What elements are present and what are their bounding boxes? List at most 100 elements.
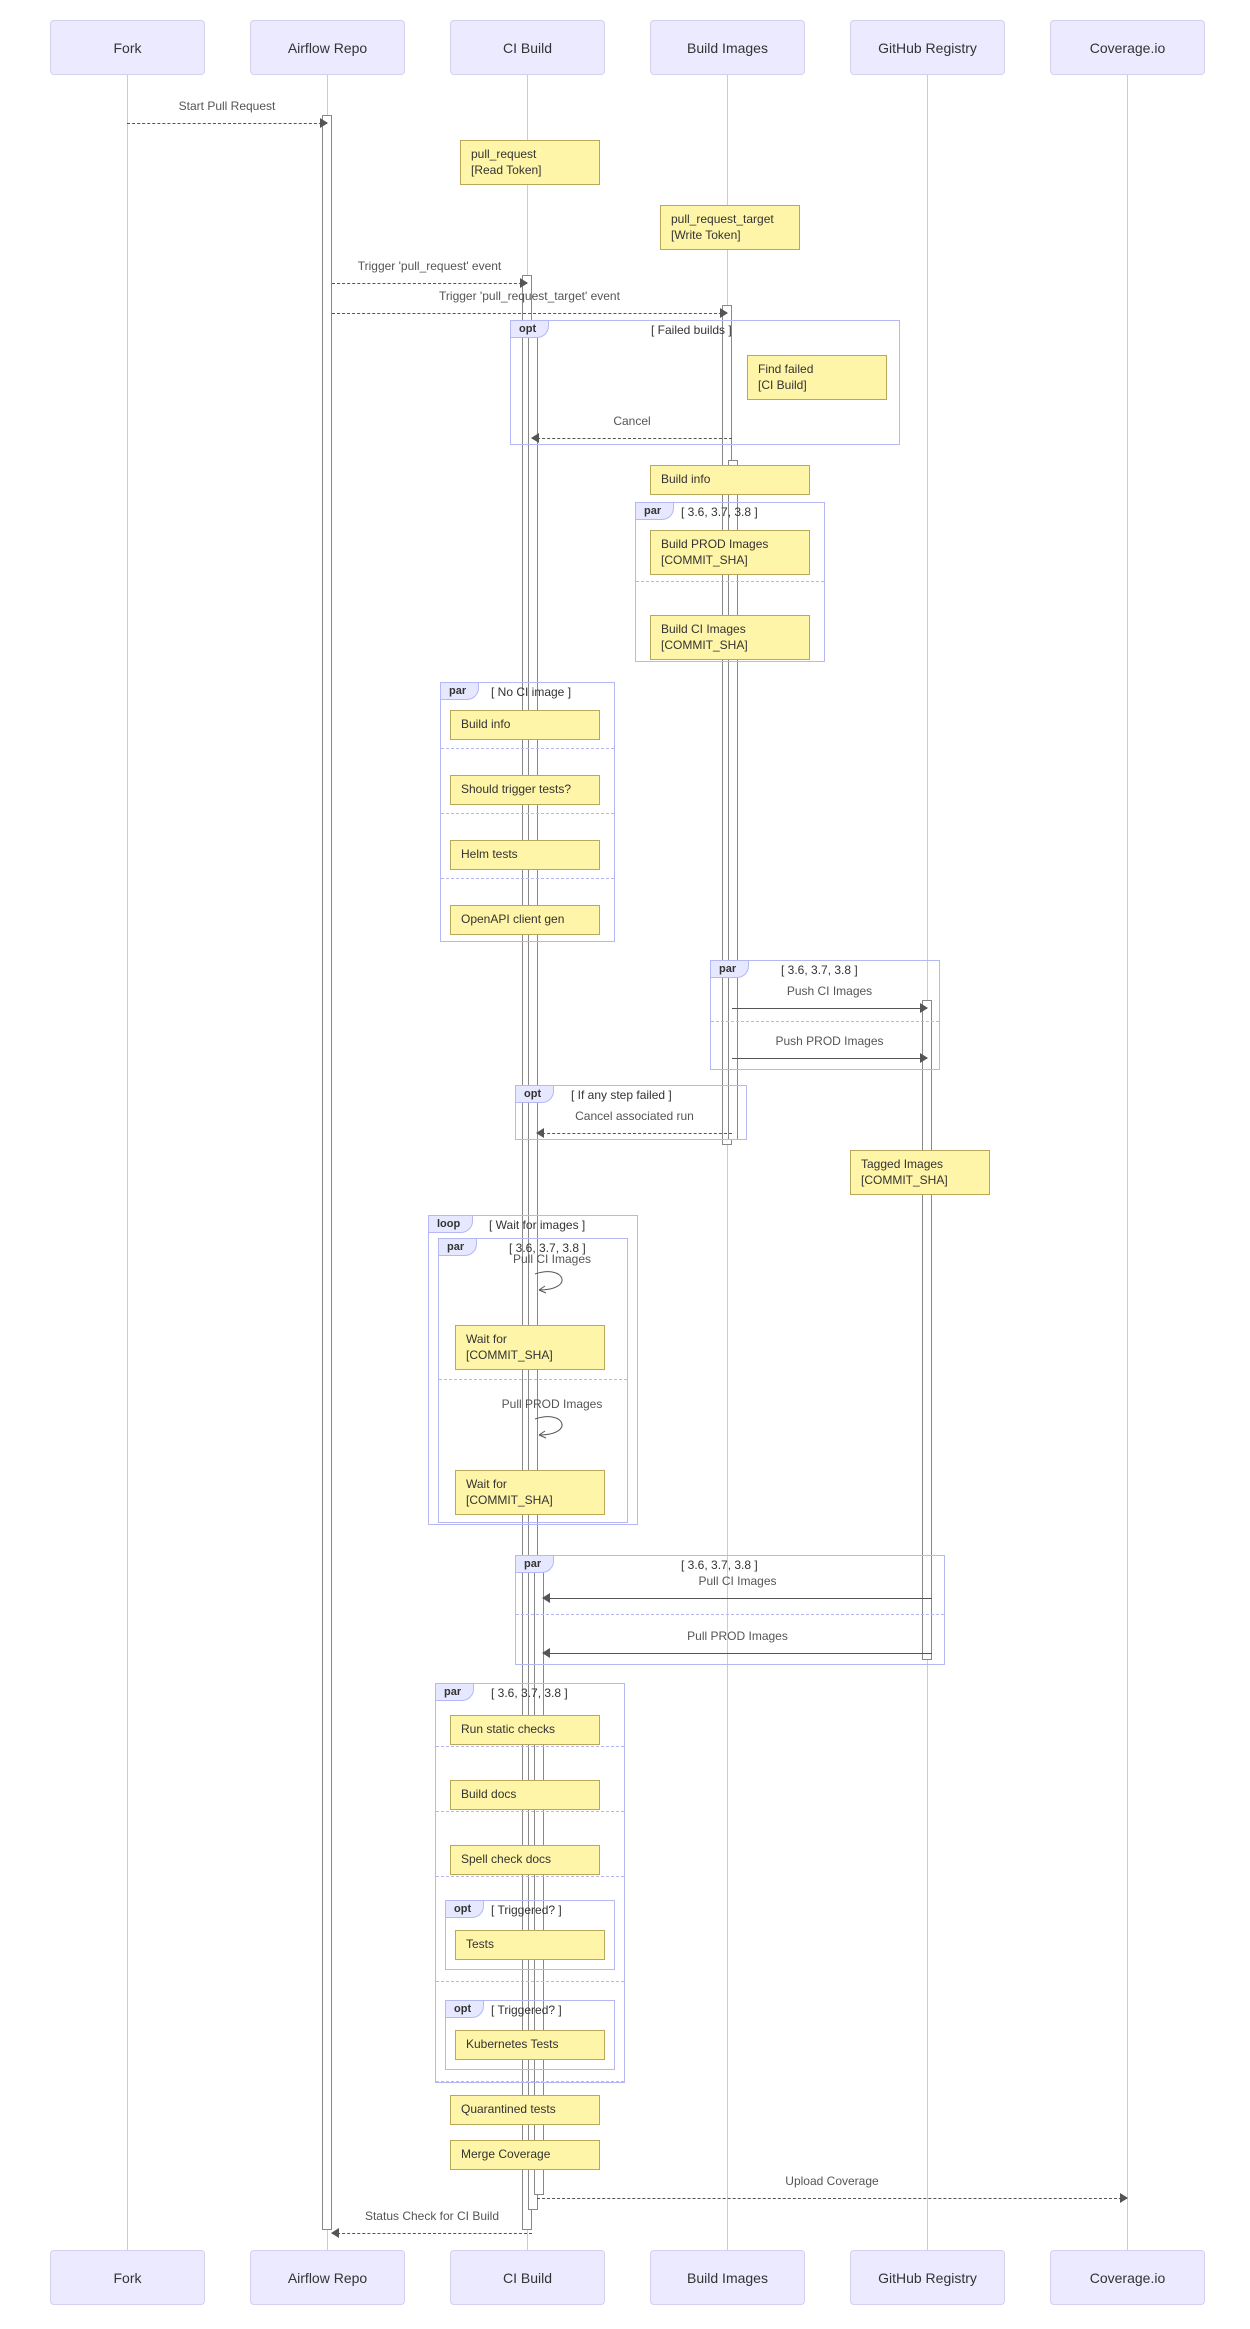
self-message-loop-icon (535, 1270, 575, 1292)
note-16: Tests (455, 1930, 605, 1960)
message-label: Start Pull Request (127, 99, 327, 113)
arrow-head-icon (920, 1003, 928, 1013)
note-line: Build info (661, 472, 799, 488)
message-line (732, 1058, 927, 1059)
message-label: Cancel associated run (537, 1109, 732, 1123)
fragment-guard: [ No CI image ] (491, 685, 571, 699)
note-line: Build PROD Images (661, 537, 799, 553)
fragment-guard: [ 3.6, 3.7, 3.8 ] (681, 505, 758, 519)
self-message-label: Pull PROD Images (472, 1397, 632, 1411)
note-2: Find failed[CI Build] (747, 355, 887, 400)
fragment-guard: [ 3.6, 3.7, 3.8 ] (781, 963, 858, 977)
note-line: Wait for (466, 1477, 594, 1493)
fragment-label: opt (445, 2000, 484, 2018)
fragment-label: par (635, 502, 674, 520)
message-line (537, 1133, 732, 1134)
note-line: [COMMIT_SHA] (466, 1348, 594, 1364)
note-6: Build info (450, 710, 600, 740)
note-line: pull_request (471, 147, 589, 163)
participant-label: CI Build (503, 2270, 552, 2286)
note-14: Build docs (450, 1780, 600, 1810)
participant-cibuild-top: CI Build (450, 20, 605, 75)
participant-fork-top: Fork (50, 20, 205, 75)
self-message-loop-icon (535, 1415, 575, 1437)
fragment-guard: [ Wait for images ] (489, 1218, 585, 1232)
participant-label: Build Images (687, 40, 768, 56)
message-label: Push CI Images (732, 984, 927, 998)
arrow-head-icon (542, 1593, 550, 1603)
note-3: Build info (650, 465, 810, 495)
fragment-divider (441, 813, 614, 814)
arrow-head-icon (520, 278, 528, 288)
participant-coverage-top: Coverage.io (1050, 20, 1205, 75)
note-5: Build CI Images[COMMIT_SHA] (650, 615, 810, 660)
fragment-divider (436, 2081, 624, 2082)
participant-label: GitHub Registry (878, 2270, 977, 2286)
fragment-guard: [ Triggered? ] (491, 1903, 562, 1917)
fragment-guard: [ Triggered? ] (491, 2003, 562, 2017)
note-17: Kubernetes Tests (455, 2030, 605, 2060)
message-line (543, 1653, 932, 1654)
note-15: Spell check docs (450, 1845, 600, 1875)
fragment-divider (441, 878, 614, 879)
fragment-divider (711, 1021, 939, 1022)
fragment-divider (441, 748, 614, 749)
message-4: Push CI Images (732, 1000, 927, 1018)
lifeline-fork (127, 75, 128, 2250)
note-18: Quarantined tests (450, 2095, 600, 2125)
note-line: [CI Build] (758, 378, 876, 394)
message-3: Cancel (532, 430, 732, 448)
participant-label: Fork (114, 40, 142, 56)
self-message-label: Pull CI Images (472, 1252, 632, 1266)
note-line: Kubernetes Tests (466, 2037, 594, 2053)
participant-buildimg-bottom: Build Images (650, 2250, 805, 2305)
message-8: Pull PROD Images (543, 1645, 932, 1663)
message-label: Upload Coverage (537, 2174, 1127, 2188)
note-line: Run static checks (461, 1722, 589, 1738)
message-7: Pull CI Images (543, 1590, 932, 1608)
participant-label: Airflow Repo (288, 2270, 367, 2286)
message-line (332, 313, 727, 314)
message-label: Pull CI Images (543, 1574, 932, 1588)
fragment-label: par (435, 1683, 474, 1701)
note-line: Tests (466, 1937, 594, 1953)
message-line (332, 283, 527, 284)
note-line: [COMMIT_SHA] (661, 638, 799, 654)
arrow-head-icon (531, 433, 539, 443)
participant-registry-top: GitHub Registry (850, 20, 1005, 75)
fragment-guard: [ If any step failed ] (571, 1088, 672, 1102)
note-line: [Read Token] (471, 163, 589, 179)
message-line (532, 438, 732, 439)
message-line (537, 2198, 1127, 2199)
fragment-divider (436, 1811, 624, 1812)
message-label: Trigger 'pull_request' event (332, 259, 527, 273)
message-line (127, 123, 327, 124)
arrow-head-icon (920, 1053, 928, 1063)
message-label: Cancel (532, 414, 732, 428)
note-line: [COMMIT_SHA] (466, 1493, 594, 1509)
message-6: Cancel associated run (537, 1125, 732, 1143)
fragment-divider (436, 1876, 624, 1877)
note-line: [Write Token] (671, 228, 789, 244)
message-line (332, 2233, 532, 2234)
note-11: Wait for[COMMIT_SHA] (455, 1325, 605, 1370)
fragment-label: opt (515, 1085, 554, 1103)
participant-label: Airflow Repo (288, 40, 367, 56)
arrow-head-icon (542, 1648, 550, 1658)
fragment-label: par (440, 682, 479, 700)
fragment-guard: [ 3.6, 3.7, 3.8 ] (681, 1558, 758, 1572)
note-19: Merge Coverage (450, 2140, 600, 2170)
note-line: Quarantined tests (461, 2102, 589, 2118)
participant-fork-bottom: Fork (50, 2250, 205, 2305)
arrow-head-icon (536, 1128, 544, 1138)
fragment-divider (516, 1614, 944, 1615)
message-2: Trigger 'pull_request_target' event (332, 305, 727, 323)
message-5: Push PROD Images (732, 1050, 927, 1068)
fragment-label: par (710, 960, 749, 978)
arrow-head-icon (720, 308, 728, 318)
fragment-divider (436, 1746, 624, 1747)
fragment-divider (439, 1379, 627, 1380)
arrow-head-icon (1120, 2193, 1128, 2203)
note-12: Wait for[COMMIT_SHA] (455, 1470, 605, 1515)
note-0: pull_request[Read Token] (460, 140, 600, 185)
